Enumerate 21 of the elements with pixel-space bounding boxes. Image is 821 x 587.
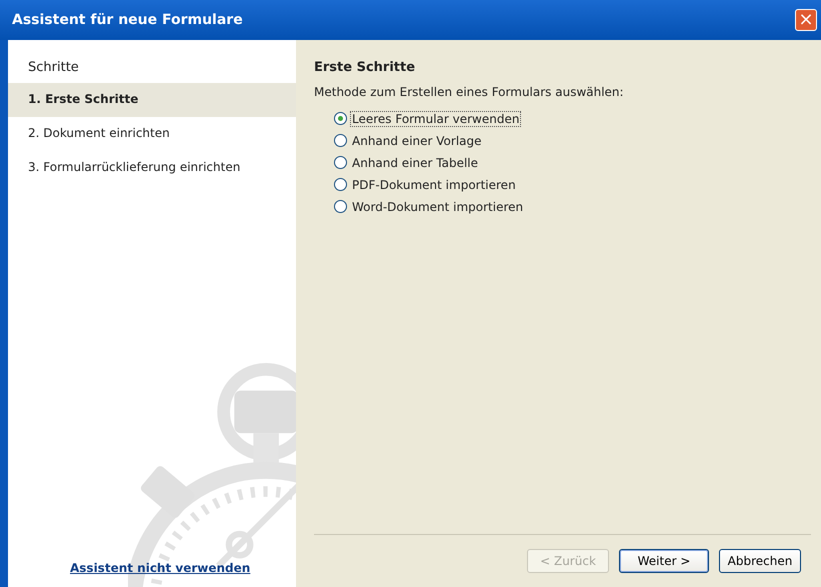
dialog-button[interactable]: Abbrechen	[719, 549, 801, 573]
option-label[interactable]: Anhand einer Vorlage	[350, 132, 484, 148]
window-title: Assistent für neue Formulare	[12, 12, 243, 28]
step-item[interactable]: 2. Dokument einrichten	[8, 117, 296, 151]
option-label[interactable]: PDF-Dokument importieren	[350, 176, 518, 192]
radio-button[interactable]	[334, 112, 347, 125]
close-button[interactable]: ×	[795, 9, 817, 31]
radio-button[interactable]	[334, 156, 347, 169]
dialog-button[interactable]: Weiter >	[619, 549, 709, 573]
option-label[interactable]: Leeres Formular verwenden	[350, 110, 522, 126]
radio-button[interactable]	[334, 134, 347, 147]
prompt-text: Methode zum Erstellen eines Formulars auswählen:	[314, 85, 625, 99]
page-heading: Erste Schritte	[314, 60, 416, 75]
radio-button[interactable]	[334, 178, 347, 191]
option-label[interactable]: Word-Dokument importieren	[350, 198, 526, 214]
skip-wizard-link[interactable]: Assistent nicht verwenden	[70, 561, 250, 575]
radio-button[interactable]	[334, 200, 347, 213]
step-item[interactable]: 3. Formularrücklieferung einrichten	[8, 151, 296, 185]
step-item[interactable]: 1. Erste Schritte	[8, 83, 296, 117]
option-label[interactable]: Anhand einer Tabelle	[350, 154, 480, 170]
sidebar-title: Schritte	[27, 59, 80, 77]
